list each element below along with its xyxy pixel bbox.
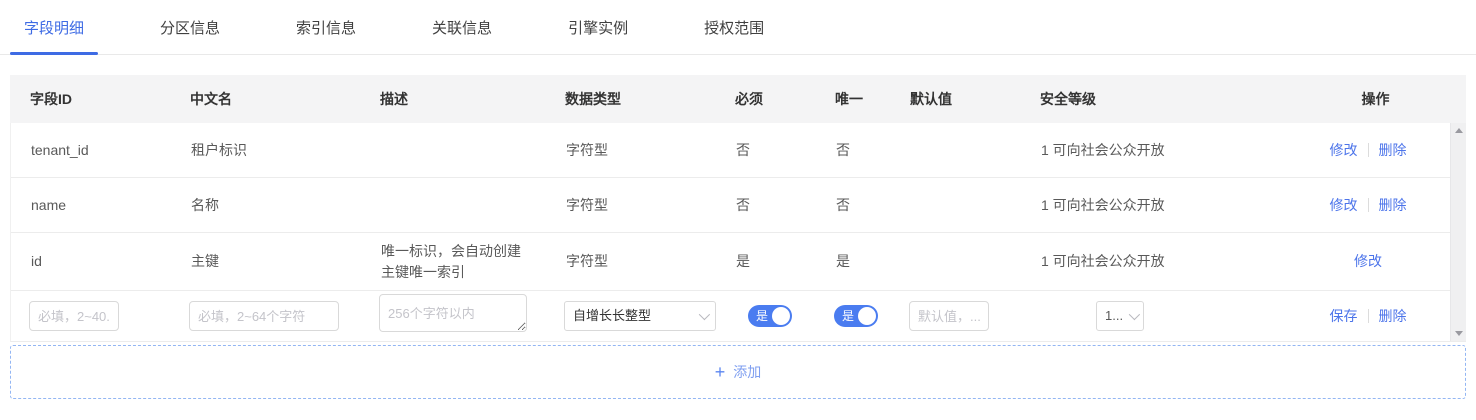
edit-link[interactable]: 修改 xyxy=(1330,195,1358,216)
cell-security-level: 1 可向社会公众开放 xyxy=(1021,195,1286,216)
tab-relation-info[interactable]: 关联信息 xyxy=(418,0,506,54)
required-toggle[interactable]: 是 xyxy=(748,305,792,327)
header-actions: 操作 xyxy=(1285,89,1466,109)
field-id-input[interactable] xyxy=(29,301,119,331)
cell-field-id: name xyxy=(11,195,171,216)
data-type-select-value: 自增长长整型 xyxy=(573,306,651,326)
cell-field-id: id xyxy=(11,251,171,272)
header-unique: 唯一 xyxy=(815,89,890,109)
tab-label: 关联信息 xyxy=(432,17,492,38)
cn-name-input[interactable] xyxy=(189,301,339,331)
cell-unique: 是 xyxy=(816,251,891,272)
plus-icon: + xyxy=(715,363,726,381)
header-required: 必须 xyxy=(715,89,815,109)
action-divider xyxy=(1368,143,1369,157)
toggle-knob xyxy=(858,307,876,325)
add-button-label: 添加 xyxy=(733,362,761,382)
header-field-id: 字段ID xyxy=(10,89,170,109)
fields-table: 字段ID 中文名 描述 数据类型 必须 唯一 默认值 安全等级 操作 tenan… xyxy=(10,75,1466,342)
cell-data-type: 字符型 xyxy=(546,195,716,216)
action-divider xyxy=(1368,198,1369,212)
table-row: tenant_id 租户标识 字符型 否 否 1 可向社会公众开放 修改 删除 xyxy=(11,123,1450,178)
cell-cn-name: 名称 xyxy=(171,195,361,216)
chevron-down-icon xyxy=(699,309,710,320)
chevron-down-icon xyxy=(1129,309,1140,320)
cell-security-level: 1 可向社会公众开放 xyxy=(1021,140,1286,161)
toggle-knob xyxy=(772,307,790,325)
security-level-select-value: 1... xyxy=(1105,306,1123,326)
edit-link[interactable]: 修改 xyxy=(1330,140,1358,161)
scroll-down-icon[interactable] xyxy=(1455,331,1463,336)
delete-link[interactable]: 删除 xyxy=(1379,195,1407,216)
cell-security-level: 1 可向社会公众开放 xyxy=(1021,251,1286,272)
action-divider xyxy=(1368,309,1369,323)
cell-description: 唯一标识，会自动创建主键唯一索引 xyxy=(361,241,546,283)
save-link[interactable]: 保存 xyxy=(1330,306,1358,327)
tab-engine-instance[interactable]: 引擎实例 xyxy=(554,0,642,54)
cell-unique: 否 xyxy=(816,195,891,216)
cell-cn-name: 租户标识 xyxy=(171,140,361,161)
table-row: id 主键 唯一标识，会自动创建主键唯一索引 字符型 是 是 1 可向社会公众开… xyxy=(11,233,1450,291)
tab-label: 分区信息 xyxy=(160,17,220,38)
cell-required: 是 xyxy=(716,251,816,272)
tab-field-details[interactable]: 字段明细 xyxy=(10,0,98,54)
toggle-label: 是 xyxy=(756,307,768,325)
tab-index-info[interactable]: 索引信息 xyxy=(282,0,370,54)
cell-data-type: 字符型 xyxy=(546,140,716,161)
delete-link[interactable]: 删除 xyxy=(1379,306,1407,327)
toggle-label: 是 xyxy=(842,307,854,325)
vertical-scrollbar[interactable] xyxy=(1450,123,1466,341)
cell-required: 否 xyxy=(716,140,816,161)
tab-bar: 字段明细 分区信息 索引信息 关联信息 引擎实例 授权范围 xyxy=(0,0,1476,55)
header-security-level: 安全等级 xyxy=(1020,89,1285,109)
cell-field-id: tenant_id xyxy=(11,140,171,161)
cell-required: 否 xyxy=(716,195,816,216)
edit-link[interactable]: 修改 xyxy=(1354,251,1382,272)
cell-data-type: 字符型 xyxy=(546,251,716,272)
table-row: name 名称 字符型 否 否 1 可向社会公众开放 修改 删除 xyxy=(11,178,1450,233)
scroll-up-icon[interactable] xyxy=(1455,128,1463,133)
tab-auth-scope[interactable]: 授权范围 xyxy=(690,0,778,54)
delete-link[interactable]: 删除 xyxy=(1379,140,1407,161)
new-field-row: 自增长长整型 是 是 xyxy=(11,291,1450,341)
tab-label: 索引信息 xyxy=(296,17,356,38)
header-data-type: 数据类型 xyxy=(545,89,715,109)
add-field-button[interactable]: + 添加 xyxy=(10,345,1466,399)
cell-unique: 否 xyxy=(816,140,891,161)
header-description: 描述 xyxy=(360,89,545,109)
header-cn-name: 中文名 xyxy=(170,89,360,109)
unique-toggle[interactable]: 是 xyxy=(834,305,878,327)
default-value-input[interactable] xyxy=(909,301,989,331)
tab-label: 引擎实例 xyxy=(568,17,628,38)
data-type-select[interactable]: 自增长长整型 xyxy=(564,301,716,331)
tab-label: 字段明细 xyxy=(24,17,84,38)
tab-partition-info[interactable]: 分区信息 xyxy=(146,0,234,54)
description-textarea[interactable] xyxy=(379,294,527,332)
header-default-value: 默认值 xyxy=(890,89,1020,109)
cell-cn-name: 主键 xyxy=(171,251,361,272)
security-level-select[interactable]: 1... xyxy=(1096,301,1144,331)
tab-label: 授权范围 xyxy=(704,17,764,38)
table-header-row: 字段ID 中文名 描述 数据类型 必须 唯一 默认值 安全等级 操作 xyxy=(10,75,1466,123)
